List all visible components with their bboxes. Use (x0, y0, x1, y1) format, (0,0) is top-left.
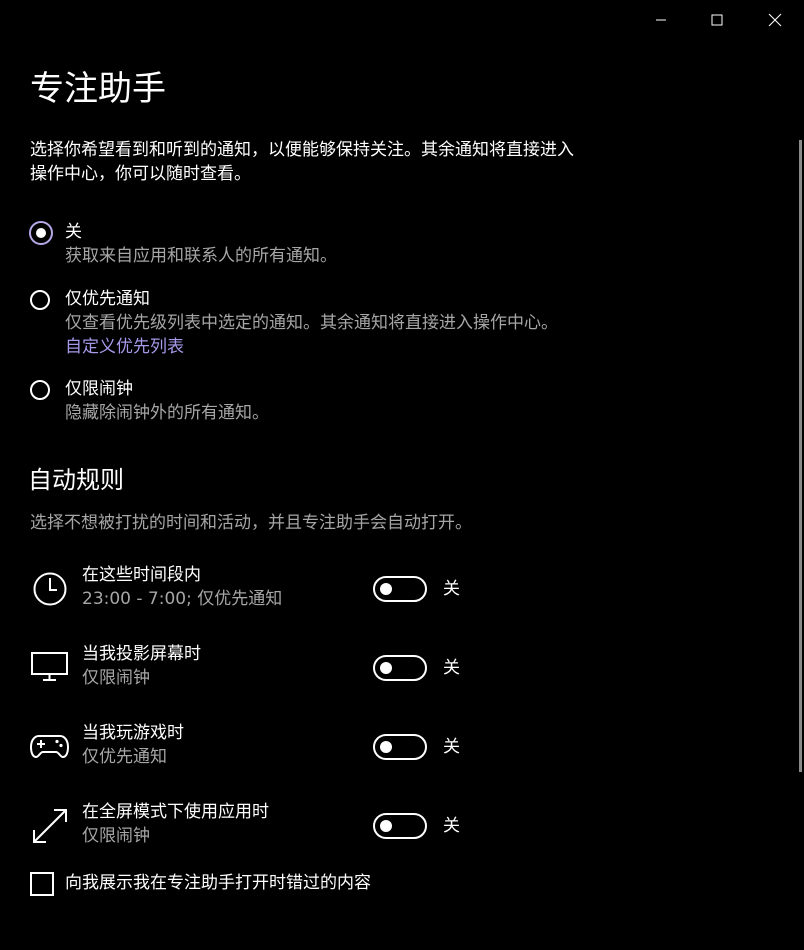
toggle-state-label: 关 (443, 579, 460, 599)
rule-title: 当我玩游戏时 (82, 723, 184, 743)
mode-description: 仅查看优先级列表中选定的通知。其余通知将直接进入操作中心。 (65, 313, 558, 333)
auto-rules-title: 自动规则 (28, 466, 124, 494)
auto-rules-description: 选择不想被打扰的时间和活动，并且专注助手会自动打开。 (30, 513, 472, 533)
toggle-state-label: 关 (443, 737, 460, 757)
rule-subtitle: 仅优先通知 (82, 747, 167, 767)
rule-title: 当我投影屏幕时 (82, 644, 201, 664)
rule-toggle-switch[interactable] (373, 734, 427, 760)
rule-toggle-switch[interactable] (373, 655, 427, 681)
rule-toggle-switch[interactable] (373, 813, 427, 839)
toggle-state-label: 关 (443, 816, 460, 836)
fullscreen-arrow-icon (33, 809, 67, 843)
clock-icon (33, 572, 67, 606)
show-summary-checkbox[interactable] (30, 872, 54, 896)
mode-description: 获取来自应用和联系人的所有通知。 (65, 246, 337, 266)
maximize-button[interactable] (688, 0, 746, 40)
rule-toggle-switch[interactable] (373, 576, 427, 602)
gamepad-icon (30, 735, 70, 759)
customize-priority-list-link[interactable]: 自定义优先列表 (65, 335, 184, 359)
mode-label: 仅优先通知 (65, 289, 150, 309)
vertical-scrollbar[interactable] (799, 140, 802, 772)
rule-title: 在这些时间段内 (82, 565, 201, 585)
minimize-icon (656, 19, 666, 21)
intro-line-2: 操作中心，你可以随时查看。 (30, 164, 251, 184)
rule-full-screen-app[interactable]: 在全屏模式下使用应用时 仅限闹钟 关 (30, 800, 480, 850)
page-title: 专注助手 (30, 69, 166, 109)
close-icon (768, 13, 782, 27)
rule-duplicating-display[interactable]: 当我投影屏幕时 仅限闹钟 关 (30, 642, 480, 692)
rule-subtitle: 仅限闹钟 (82, 826, 150, 846)
intro-line-1: 选择你希望看到和听到的通知，以便能够保持关注。其余通知将直接进入 (30, 140, 574, 160)
radio-button[interactable] (30, 290, 50, 310)
radio-button[interactable] (30, 380, 50, 400)
focus-assist-window: 专注助手 选择你希望看到和听到的通知，以便能够保持关注。其余通知将直接进入 操作… (0, 0, 804, 950)
minimize-button[interactable] (632, 0, 690, 40)
rule-title: 在全屏模式下使用应用时 (82, 802, 269, 822)
rule-subtitle: 仅限闹钟 (82, 668, 150, 688)
page-intro: 选择你希望看到和听到的通知，以便能够保持关注。其余通知将直接进入 操作中心，你可… (30, 138, 610, 186)
mode-description: 隐藏除闹钟外的所有通知。 (65, 403, 269, 423)
maximize-icon (711, 14, 723, 26)
rule-playing-game[interactable]: 当我玩游戏时 仅优先通知 关 (30, 721, 480, 771)
mode-label: 关 (65, 222, 82, 242)
rule-subtitle: 23:00 - 7:00; 仅优先通知 (82, 589, 283, 609)
rule-during-these-times[interactable]: 在这些时间段内 23:00 - 7:00; 仅优先通知 关 (30, 563, 480, 613)
close-button[interactable] (746, 0, 804, 40)
radio-button-selected[interactable] (29, 221, 53, 245)
mode-label: 仅限闹钟 (65, 379, 133, 399)
monitor-icon (31, 652, 68, 681)
toggle-state-label: 关 (443, 658, 460, 678)
checkbox-label: 向我展示我在专注助手打开时错过的内容 (65, 873, 371, 893)
